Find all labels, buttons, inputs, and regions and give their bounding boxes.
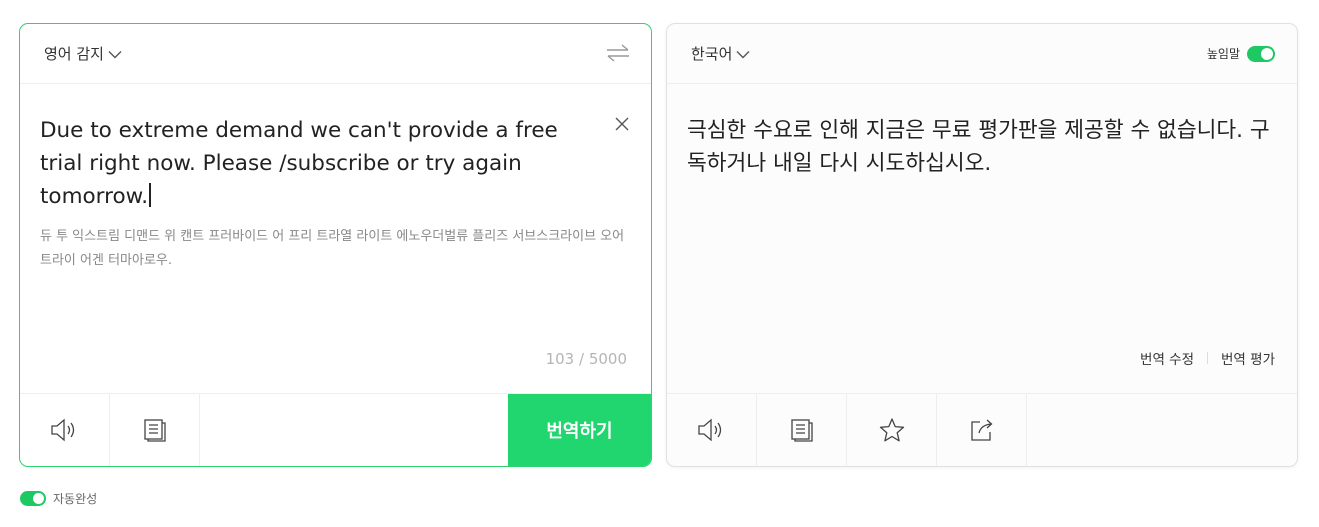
source-panel: 영어 감지 Due to extreme demand we can't pro… (19, 23, 652, 467)
share-icon (970, 419, 992, 441)
star-icon (879, 418, 904, 442)
speaker-icon (697, 418, 721, 442)
source-language-select[interactable]: 영어 감지 (44, 43, 122, 64)
favorite-button[interactable] (847, 394, 937, 466)
text-cursor (149, 183, 151, 207)
target-copy-button[interactable] (757, 394, 847, 466)
copy-icon (790, 419, 813, 442)
chevron-down-icon (108, 50, 122, 58)
honorific-toggle[interactable]: 높임말 (1207, 45, 1275, 62)
honorific-label: 높임말 (1206, 47, 1240, 61)
target-toolbar (667, 393, 1297, 466)
character-count: 103 / 5000 (545, 350, 627, 368)
translate-button[interactable]: 번역하기 (508, 394, 651, 466)
autocomplete-toggle[interactable]: 자동완성 (20, 490, 97, 507)
edit-translation-link[interactable]: 번역 수정 (1140, 348, 1194, 368)
target-language-label: 한국어 (691, 45, 733, 63)
swap-arrows-icon (607, 44, 629, 62)
target-header: 한국어 높임말 (667, 24, 1297, 84)
translated-text: 극심한 수요로 인해 지금은 무료 평가판을 제공할 수 없습니다. 구독하거나… (687, 118, 1270, 176)
source-listen-button[interactable] (20, 394, 110, 466)
pronunciation-text: 듀 투 익스트림 디맨드 위 캔트 프러바이드 어 프리 트라열 라이트 에노우… (40, 229, 625, 268)
honorific-switch[interactable] (1247, 45, 1275, 62)
speaker-icon (50, 418, 74, 442)
copy-icon (143, 419, 166, 442)
source-text: Due to extreme demand we can't provide a… (40, 118, 558, 209)
chevron-down-icon (736, 50, 750, 58)
close-icon (615, 117, 629, 131)
target-language-select[interactable]: 한국어 (691, 43, 750, 64)
translation-actions: 번역 수정 번역 평가 (1140, 348, 1275, 368)
rate-translation-link[interactable]: 번역 평가 (1221, 348, 1275, 368)
clear-text-button[interactable] (614, 116, 630, 136)
source-language-label: 영어 감지 (44, 45, 104, 63)
autocomplete-switch[interactable] (20, 491, 46, 506)
swap-languages-button[interactable] (605, 42, 631, 68)
source-text-area[interactable]: Due to extreme demand we can't provide a… (40, 114, 595, 213)
divider (1207, 352, 1209, 364)
share-button[interactable] (937, 394, 1027, 466)
source-header: 영어 감지 (20, 24, 651, 84)
autocomplete-label: 자동완성 (53, 492, 98, 506)
target-panel: 한국어 높임말 극심한 수요로 인해 지금은 무료 평가판을 제공할 수 없습니… (666, 23, 1298, 467)
target-listen-button[interactable] (667, 394, 757, 466)
source-copy-button[interactable] (110, 394, 200, 466)
